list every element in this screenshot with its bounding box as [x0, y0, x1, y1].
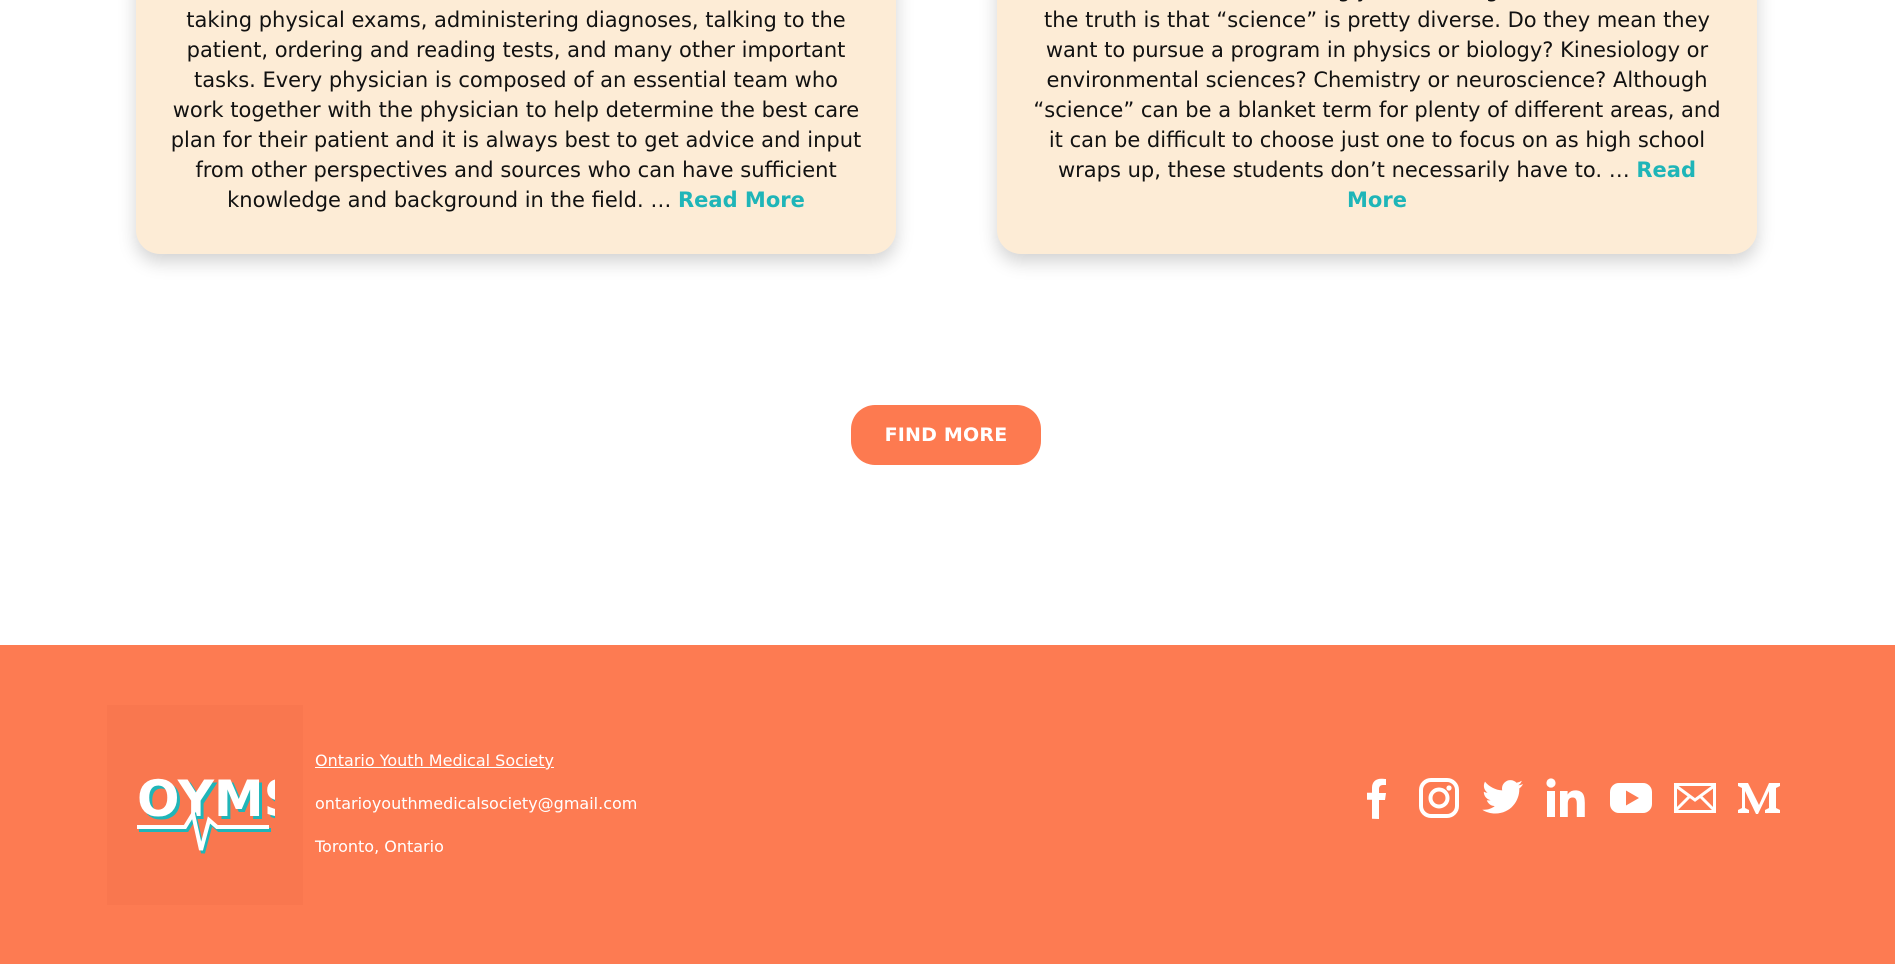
article-text: taking physical exams, administering dia…: [170, 8, 862, 212]
article-excerpt: taking physical exams, administering dia…: [170, 5, 862, 215]
instagram-icon[interactable]: [1416, 775, 1462, 821]
org-name-link[interactable]: Ontario Youth Medical Society: [315, 751, 554, 770]
facebook-icon[interactable]: [1352, 775, 1398, 821]
page: taking physical exams, administering dia…: [0, 0, 1895, 964]
youtube-icon[interactable]: [1608, 775, 1654, 821]
read-more-link[interactable]: Read More: [678, 188, 805, 212]
medium-icon[interactable]: [1736, 775, 1782, 821]
article-card: taking physical exams, administering dia…: [136, 0, 896, 254]
social-links: [1352, 775, 1782, 821]
contact-info: Ontario Youth Medical Society ontarioyou…: [315, 751, 637, 880]
find-more-button[interactable]: FIND MORE: [851, 405, 1041, 465]
svg-text:OYMS: OYMS: [137, 770, 275, 828]
oyms-logo: OYMS OYMS: [137, 770, 275, 854]
linkedin-icon[interactable]: [1544, 775, 1590, 821]
article-text: answer is often overwhelmingly “I want t…: [1033, 0, 1721, 182]
twitter-icon[interactable]: [1480, 775, 1526, 821]
location-text: Toronto, Ontario: [315, 837, 444, 856]
logo[interactable]: OYMS OYMS: [107, 705, 303, 905]
email-address: ontarioyouthmedicalsociety@gmail.com: [315, 794, 638, 813]
site-footer: OYMS OYMS Ontario Youth Medical Society …: [0, 645, 1895, 964]
article-card: answer is often overwhelmingly “I want t…: [997, 0, 1757, 254]
email-icon[interactable]: [1672, 775, 1718, 821]
article-excerpt: answer is often overwhelmingly “I want t…: [1031, 0, 1723, 215]
